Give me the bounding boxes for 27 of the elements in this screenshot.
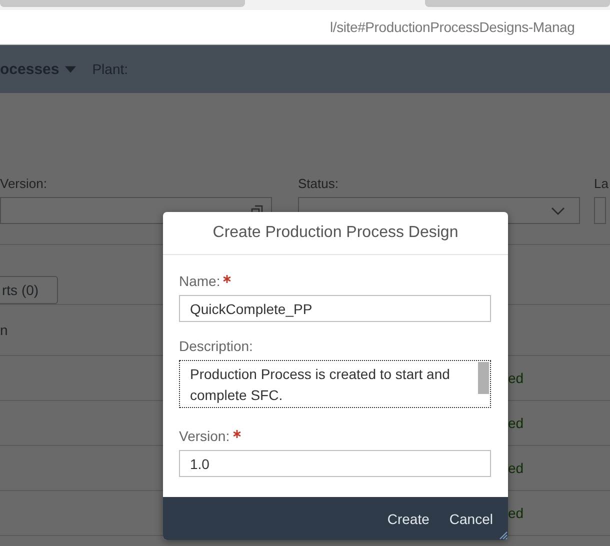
description-field[interactable]: Production Process is created to start and complete SFC.	[179, 360, 491, 408]
create-button[interactable]: Create	[384, 506, 432, 530]
status-text: ed	[508, 370, 524, 386]
field-label: Version:	[0, 176, 48, 191]
field-label: Status:	[298, 176, 340, 191]
url-text: l/site#ProductionProcessDesigns-Manag	[330, 19, 575, 35]
chevron-down-icon[interactable]	[551, 206, 565, 214]
required-icon	[223, 275, 232, 283]
field-label: Name:	[179, 273, 220, 289]
input-field[interactable]	[594, 197, 606, 224]
field-label: Description:	[179, 338, 253, 354]
resize-grip-icon[interactable]	[498, 530, 508, 540]
status-text: ed	[508, 505, 524, 521]
field-label: Version:	[179, 428, 230, 444]
dialog-title: Create Production Process Design	[163, 212, 508, 255]
field-value: Production Process is created to start and complete SFC.	[190, 365, 451, 405]
input-field[interactable]: QuickComplete_PP	[179, 295, 491, 322]
cancel-button[interactable]: Cancel	[446, 506, 496, 530]
field-label: La	[594, 176, 610, 191]
status-text: ed	[508, 415, 524, 431]
address-bar[interactable]: l/site#ProductionProcessDesigns-Manag	[0, 10, 610, 45]
status-text: ed	[508, 460, 524, 476]
column-header: n	[0, 322, 8, 338]
required-icon	[232, 430, 241, 438]
input-field[interactable]: 1.0	[179, 450, 491, 477]
scrollbar-thumb[interactable]	[478, 362, 489, 394]
caret-icon[interactable]	[65, 66, 76, 72]
